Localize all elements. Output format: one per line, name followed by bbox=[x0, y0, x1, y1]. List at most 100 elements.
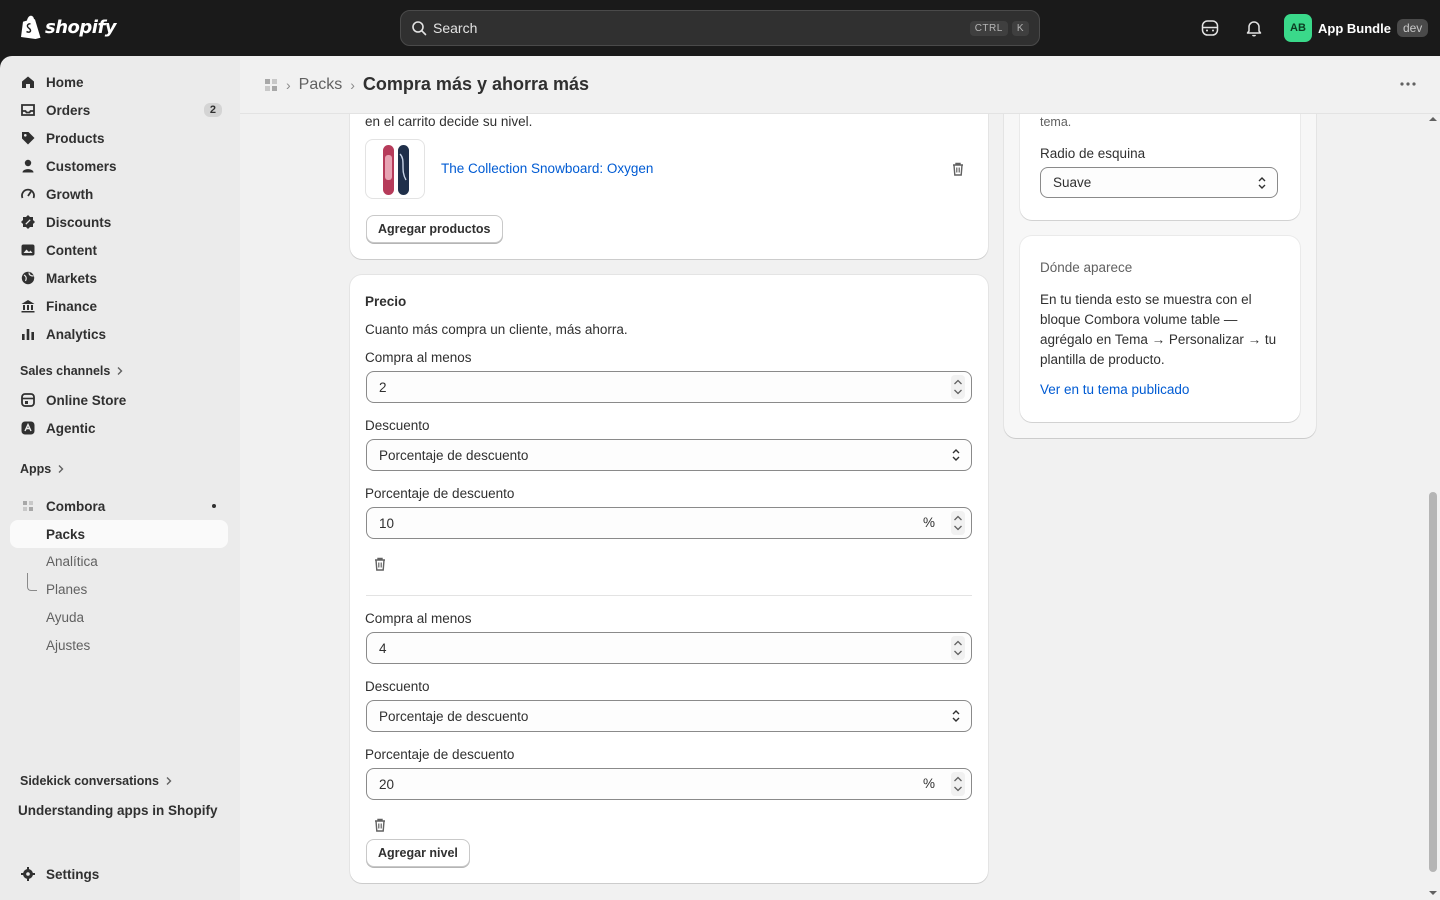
stepper-icon[interactable] bbox=[951, 636, 965, 660]
delete-tier-icon[interactable] bbox=[372, 817, 388, 833]
price-description: Cuanto más compra un cliente, más ahorra… bbox=[365, 322, 628, 337]
sales-channels-header[interactable]: Sales channels bbox=[20, 364, 124, 378]
store-name: App Bundle bbox=[1318, 20, 1391, 36]
add-tier-button[interactable]: Agregar nivel bbox=[366, 839, 470, 867]
shopify-bag-icon bbox=[21, 15, 41, 39]
tier-percent-input[interactable]: 10 % bbox=[366, 507, 972, 539]
view-published-theme-link[interactable]: Ver en tu tema publicado bbox=[1040, 382, 1189, 397]
breadcrumb: › Packs › Compra más y ahorra más bbox=[264, 74, 589, 95]
input-value: 10 bbox=[379, 515, 395, 531]
search-bar[interactable]: Search CTRL K bbox=[400, 10, 1040, 46]
breadcrumb-packs-link[interactable]: Packs bbox=[299, 76, 343, 94]
input-value: 20 bbox=[379, 776, 395, 792]
delete-tier-icon[interactable] bbox=[372, 556, 388, 572]
tier-discount-type-select[interactable]: Porcentaje de descuento bbox=[366, 439, 972, 471]
nav-ayuda[interactable]: Ayuda bbox=[46, 610, 84, 625]
stepper-icon[interactable] bbox=[951, 772, 965, 796]
nav-markets[interactable]: Markets bbox=[10, 264, 228, 292]
account-menu[interactable]: AB App Bundle dev bbox=[1284, 14, 1429, 42]
app-grid-icon[interactable] bbox=[264, 78, 278, 92]
tree-connector bbox=[27, 573, 37, 591]
nav-label: Home bbox=[46, 74, 84, 90]
more-actions-icon[interactable] bbox=[1398, 76, 1418, 92]
corner-radius-label: Radio de esquina bbox=[1040, 146, 1146, 161]
stepper-icon[interactable] bbox=[951, 511, 965, 535]
nav-ajustes[interactable]: Ajustes bbox=[46, 638, 90, 653]
tier-percent-input[interactable]: 20 % bbox=[366, 768, 972, 800]
nav-label: Content bbox=[46, 242, 97, 258]
nav-label: Packs bbox=[46, 526, 86, 542]
products-intro-text: en el carrito decide su nivel. bbox=[365, 114, 533, 129]
nav-finance[interactable]: Finance bbox=[10, 292, 228, 320]
sidekick-conversations-header[interactable]: Sidekick conversations bbox=[20, 774, 173, 788]
nav-analitica[interactable]: Analítica bbox=[46, 554, 98, 569]
bar-chart-icon bbox=[22, 329, 34, 340]
image-icon bbox=[21, 244, 35, 256]
nav-planes[interactable]: Planes bbox=[46, 582, 87, 597]
agentic-icon bbox=[21, 421, 35, 435]
input-value: 2 bbox=[379, 379, 387, 395]
orders-count-badge: 2 bbox=[203, 103, 222, 117]
nav-orders[interactable]: Orders 2 bbox=[10, 96, 228, 124]
sidekick-label: Sidekick conversations bbox=[20, 774, 159, 788]
search-input[interactable]: Search bbox=[433, 20, 966, 36]
tier-min-quantity-input[interactable]: 2 bbox=[366, 371, 972, 403]
product-thumbnail bbox=[365, 139, 425, 199]
apps-header[interactable]: Apps bbox=[20, 462, 65, 476]
sidekick-conversation-item[interactable]: Understanding apps in Shopify bbox=[8, 796, 226, 824]
scrollbar[interactable] bbox=[1426, 112, 1440, 900]
app-grid-icon bbox=[23, 501, 33, 511]
scroll-down-icon[interactable] bbox=[1426, 888, 1440, 898]
kbd-k: K bbox=[1011, 20, 1029, 36]
nav-products[interactable]: Products bbox=[10, 124, 228, 152]
bank-icon bbox=[21, 300, 35, 313]
price-heading: Precio bbox=[365, 294, 407, 309]
tier-min-quantity-input[interactable]: 4 bbox=[366, 632, 972, 664]
select-value: Suave bbox=[1053, 175, 1092, 190]
nav-online-store[interactable]: Online Store bbox=[10, 386, 228, 414]
select-value: Porcentaje de descuento bbox=[379, 708, 529, 724]
nav-agentic[interactable]: Agentic bbox=[10, 414, 228, 442]
nav-settings[interactable]: Settings bbox=[10, 860, 228, 888]
corner-radius-select[interactable]: Suave bbox=[1040, 167, 1278, 198]
scrollbar-thumb[interactable] bbox=[1429, 492, 1437, 872]
tier-percent-label: Porcentaje de descuento bbox=[365, 486, 515, 501]
nav-customers[interactable]: Customers bbox=[10, 152, 228, 180]
apps-label: Apps bbox=[20, 462, 52, 476]
shopify-logo[interactable]: shopify bbox=[20, 15, 117, 39]
nav-label: Markets bbox=[46, 270, 98, 286]
stepper-icon[interactable] bbox=[951, 375, 965, 399]
select-chevron-icon bbox=[1258, 177, 1266, 189]
chevron-right-icon bbox=[58, 465, 64, 473]
nav-analytics[interactable]: Analytics bbox=[10, 320, 228, 348]
sidekick-icon[interactable] bbox=[1200, 18, 1220, 38]
delete-product-icon[interactable] bbox=[950, 161, 966, 177]
percent-suffix: % bbox=[922, 515, 935, 530]
nav-label: Discounts bbox=[46, 214, 112, 230]
bell-icon[interactable] bbox=[1244, 18, 1264, 38]
nav-app-combora[interactable]: Combora bbox=[10, 492, 228, 520]
nav-label: Settings bbox=[46, 866, 100, 882]
tier-discount-type-select[interactable]: Porcentaje de descuento bbox=[366, 700, 972, 732]
scroll-up-icon[interactable] bbox=[1426, 114, 1440, 124]
add-products-button[interactable]: Agregar productos bbox=[366, 215, 503, 243]
where-appears-card: Dónde aparece En tu tienda esto se muest… bbox=[1020, 236, 1300, 422]
chevron-right-icon bbox=[166, 777, 172, 785]
breadcrumb-separator: › bbox=[286, 76, 291, 93]
nav-growth[interactable]: Growth bbox=[10, 180, 228, 208]
page-title: Compra más y ahorra más bbox=[362, 74, 590, 94]
nav-discounts[interactable]: Discounts bbox=[10, 208, 228, 236]
tier-min-label: Compra al menos bbox=[365, 611, 472, 626]
product-link[interactable]: The Collection Snowboard: Oxygen bbox=[441, 161, 653, 176]
nav-home[interactable]: Home bbox=[10, 68, 228, 96]
right-settings-panel: tema. Radio de esquina Suave Dónde apare… bbox=[1004, 66, 1316, 438]
tier-discount-label: Descuento bbox=[365, 418, 430, 433]
discount-icon bbox=[21, 215, 35, 229]
avatar: AB bbox=[1284, 14, 1312, 42]
tag-icon bbox=[22, 132, 35, 145]
nav-label: Finance bbox=[46, 298, 98, 314]
tier-percent-label: Porcentaje de descuento bbox=[365, 747, 515, 762]
nav-content[interactable]: Content bbox=[10, 236, 228, 264]
globe-icon bbox=[21, 271, 35, 285]
nav-packs[interactable]: Packs bbox=[10, 520, 228, 548]
